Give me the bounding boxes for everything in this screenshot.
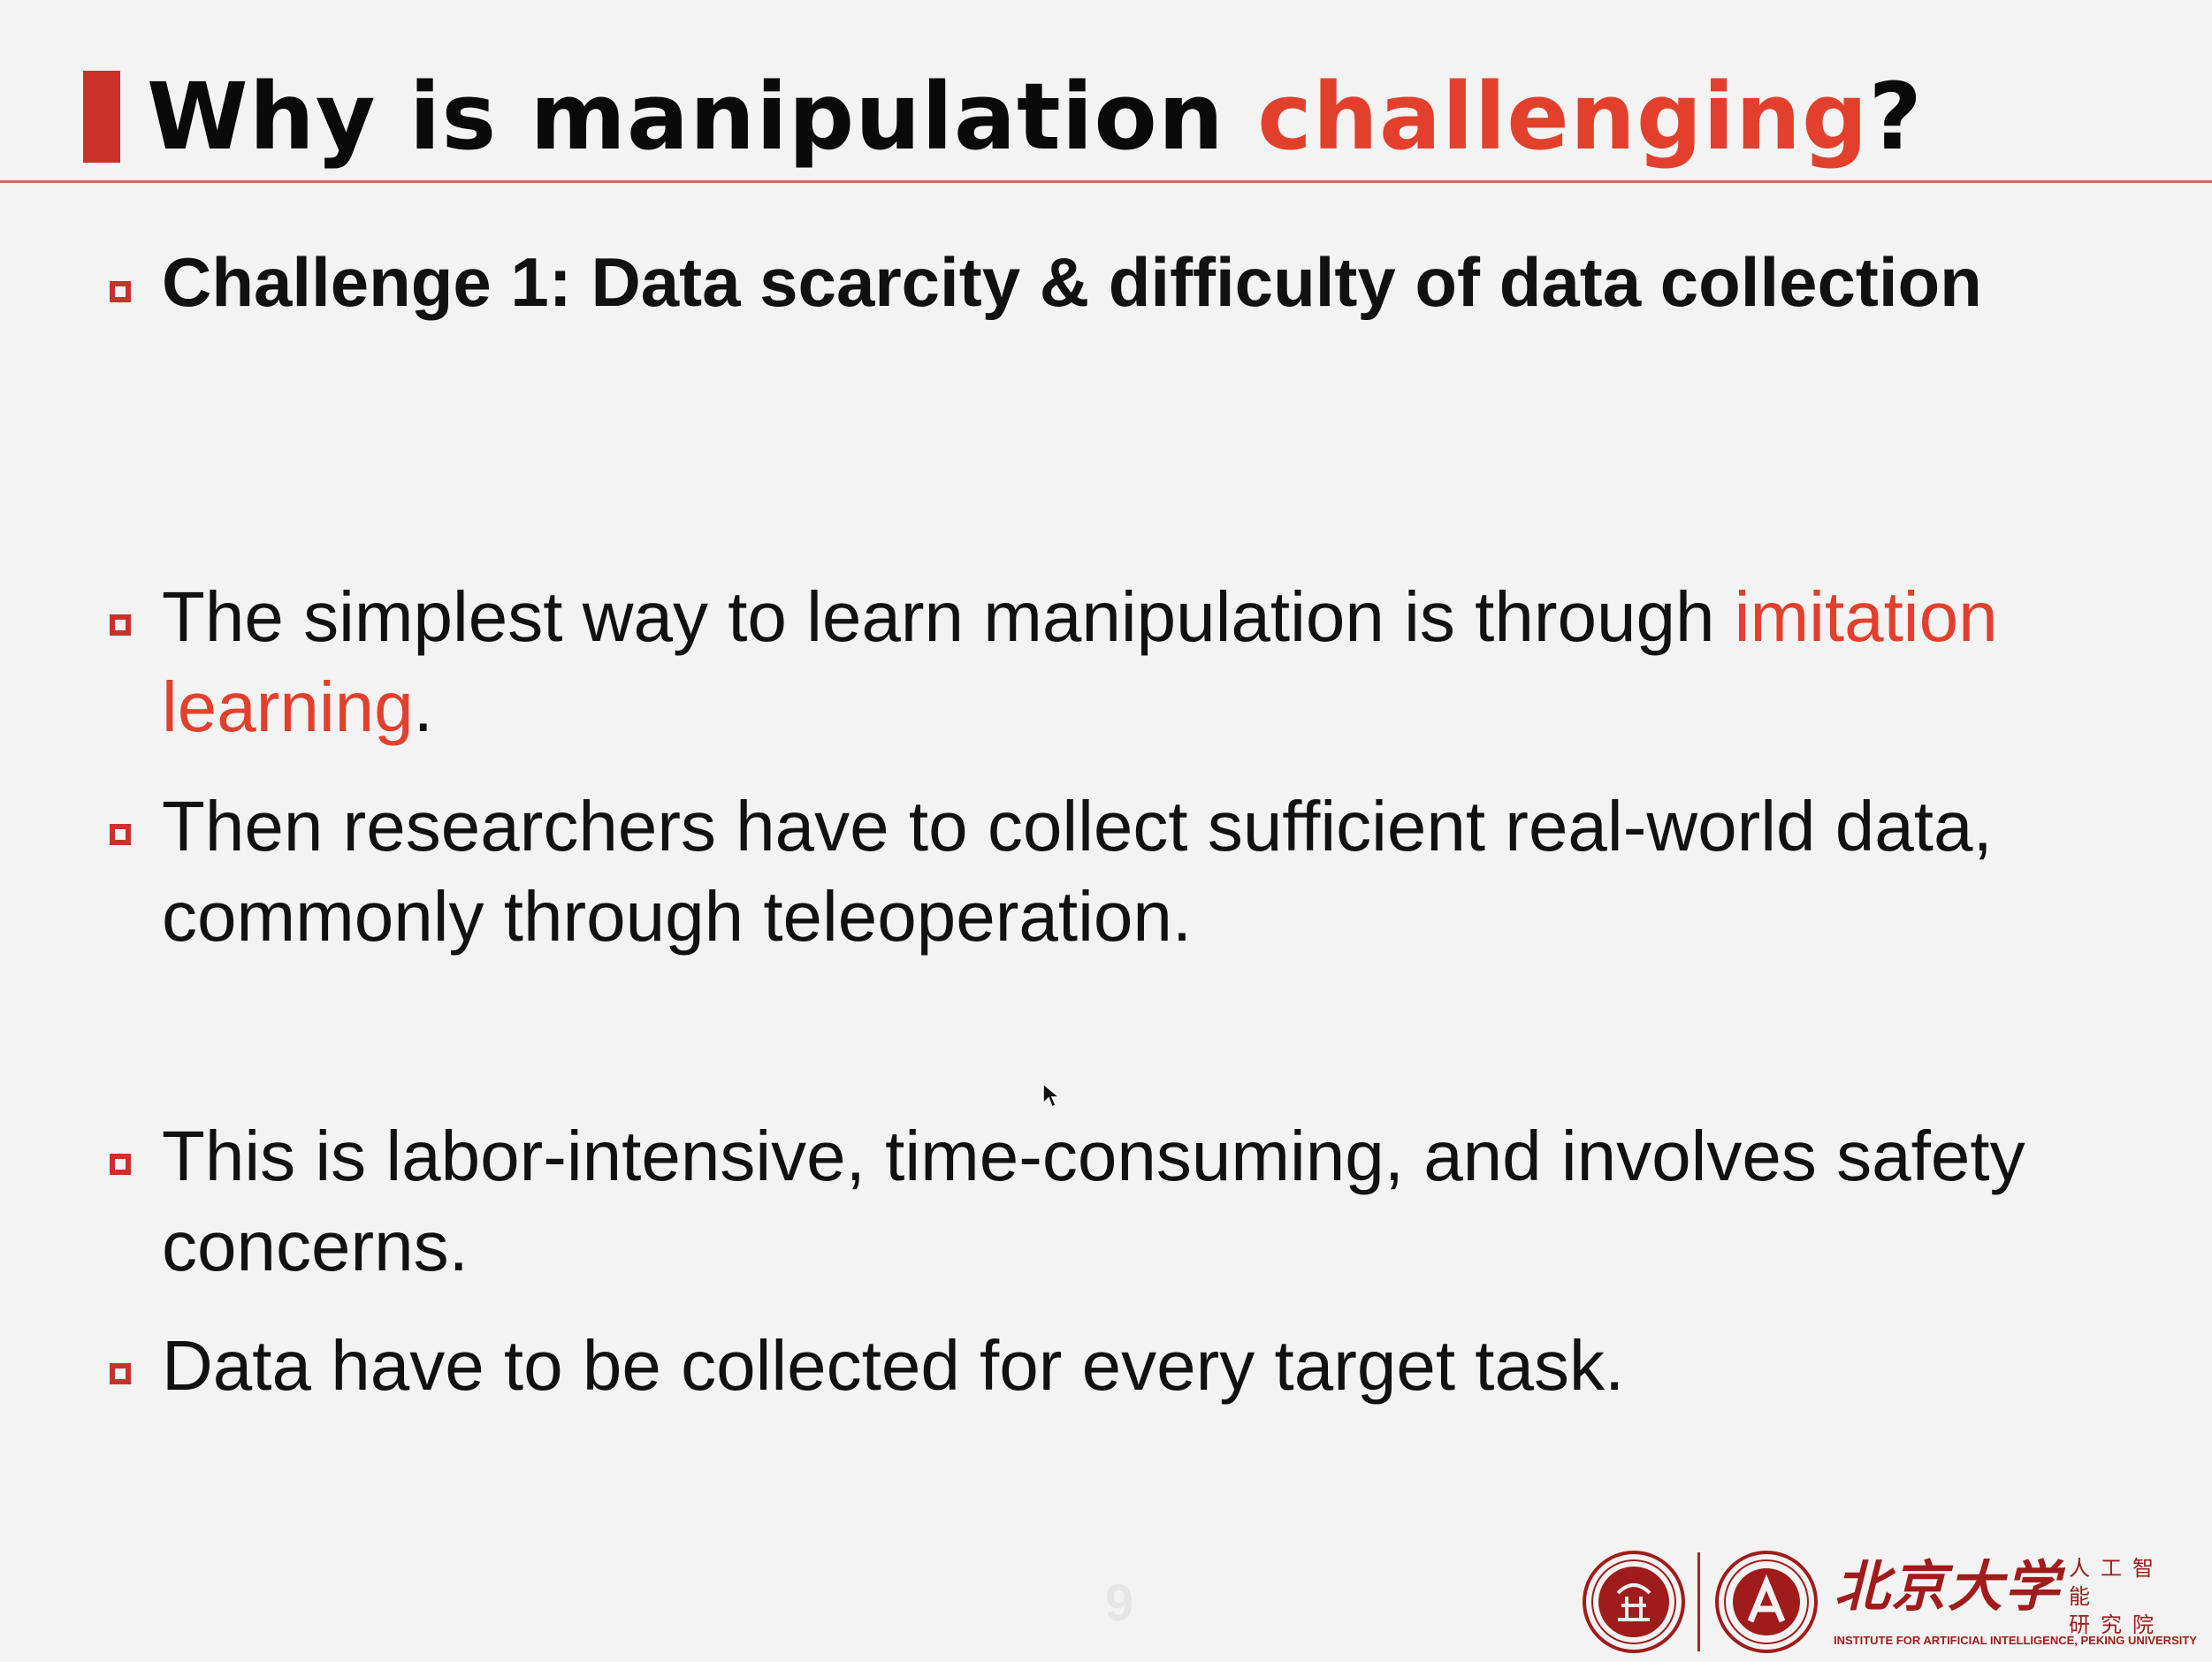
bullet-marker-icon [110, 1154, 131, 1175]
ai-institute-chinese-name: 人工智能 研究院 [2069, 1554, 2193, 1639]
bullet-text-after: . [413, 667, 433, 746]
bullet-marker-icon [110, 1363, 131, 1384]
title-suffix: ? [1868, 63, 1923, 171]
bullet-text: Challenge 1: Data scarcity & difficulty … [162, 243, 1982, 321]
page-number: 9 [1105, 1574, 1134, 1632]
slide-title: Why is manipulation challenging? [147, 55, 1923, 179]
mouse-cursor-icon [1042, 1082, 1061, 1109]
ai-institute-seal-icon [1715, 1551, 1818, 1653]
bullet-text: The simplest way to learn manipulation i… [162, 572, 2142, 752]
bullet-marker-icon [110, 614, 131, 636]
ai-institute-english-name: INSTITUTE FOR ARTIFICIAL INTELLIGENCE, P… [1834, 1634, 2197, 1647]
slide: Why is manipulation challenging? Challen… [0, 0, 2212, 1662]
peking-university-chinese-name: 北京大学 [1834, 1554, 2062, 1619]
footer-logos: 北京大学 人工智能 研究院 INSTITUTE FOR ARTIFICIAL I… [1574, 1542, 2210, 1662]
title-highlight: challenging [1257, 63, 1869, 171]
title-prefix: Why is manipulation [147, 63, 1258, 171]
bullet-text: This is labor-intensive, time-consuming,… [162, 1117, 2025, 1285]
bullet-text: Then researchers have to collect suffici… [162, 787, 1993, 956]
title-accent-bar [83, 71, 120, 163]
bullet-text-before: The simplest way to learn manipulation i… [162, 577, 1735, 656]
bullet-marker-icon [110, 824, 131, 845]
bullet-text: Data have to be collected for every targ… [162, 1326, 1625, 1405]
logo-divider [1697, 1552, 1700, 1651]
peking-university-seal-icon [1583, 1551, 1685, 1653]
title-divider [0, 180, 2212, 183]
bullet-marker-icon [110, 281, 131, 302]
ai-institute-chinese-line1: 人工智能 [2069, 1556, 2164, 1609]
